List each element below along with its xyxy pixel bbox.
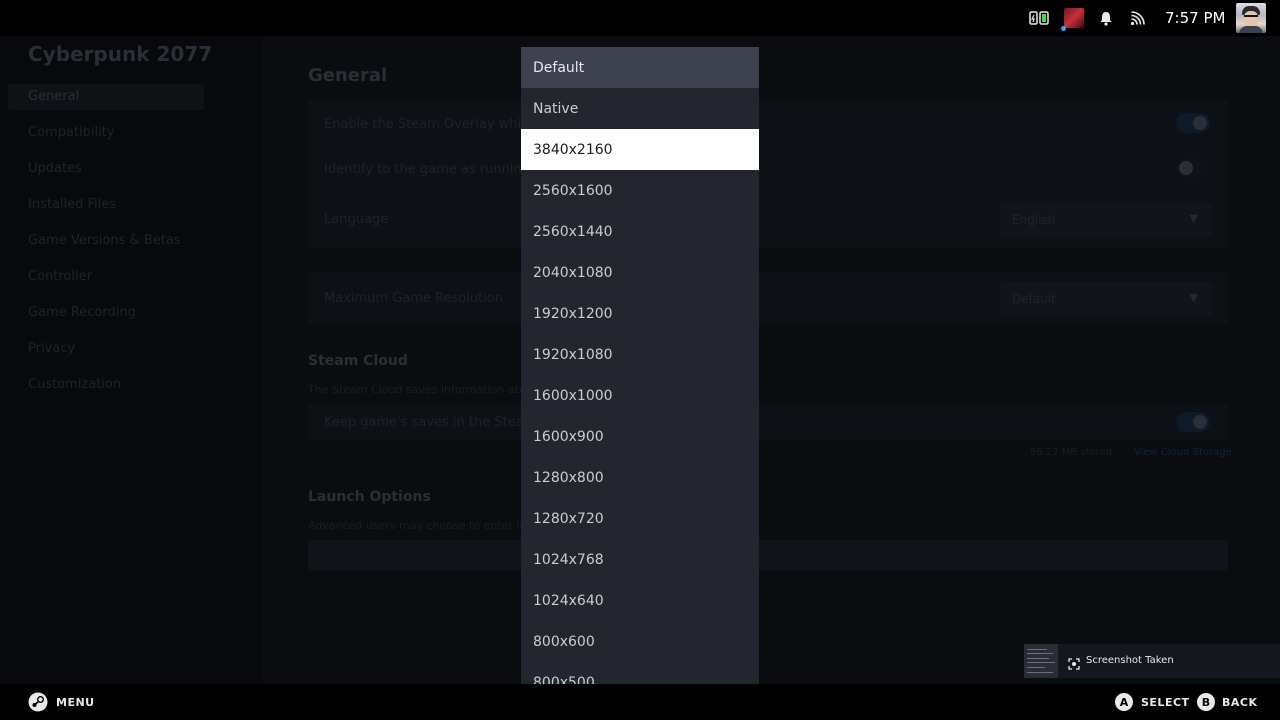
- now-playing-game-icon[interactable]: [1061, 0, 1084, 36]
- section-title-general: General: [308, 65, 388, 86]
- identify-toggle[interactable]: [1176, 158, 1210, 178]
- sidebar-item-game-versions[interactable]: Game Versions & Betas: [28, 233, 181, 248]
- resolution-dropdown-list[interactable]: Default Native 3840x2160 2560x1600 2560x1440…: [521, 47, 759, 684]
- dropdown-option-1024x768[interactable]: 1024x768: [521, 539, 759, 580]
- view-cloud-storage-link[interactable]: View Cloud Storage: [1134, 447, 1232, 458]
- dropdown-option-2560x1600[interactable]: 2560x1600: [521, 170, 759, 211]
- dropdown-option-1280x720[interactable]: 1280x720: [521, 498, 759, 539]
- cloud-storage-status: 56.22 MB stored: [1030, 447, 1113, 458]
- dropdown-option-native[interactable]: Native: [521, 88, 759, 129]
- cloud-keep-toggle[interactable]: [1176, 412, 1210, 432]
- chevron-down-icon: ▼: [1189, 291, 1198, 304]
- dropdown-option-800x600[interactable]: 800x600: [521, 621, 759, 662]
- max-resolution-label: Maximum Game Resolution: [324, 291, 503, 306]
- language-setting-label: Language: [324, 212, 389, 227]
- screenshot-toast-label: Screenshot Taken: [1086, 655, 1174, 666]
- user-avatar[interactable]: [1236, 0, 1266, 36]
- max-resolution-select[interactable]: Default ▼: [1000, 282, 1212, 316]
- notification-bell-icon[interactable]: [1099, 0, 1113, 36]
- sidebar-item-customization[interactable]: Customization: [28, 377, 121, 392]
- language-select-value: English: [1012, 213, 1056, 227]
- max-resolution-select-value: Default: [1012, 292, 1056, 306]
- dropdown-option-default[interactable]: Default: [521, 47, 759, 88]
- chevron-down-icon: ▼: [1189, 212, 1198, 225]
- dropdown-option-800x500[interactable]: 800x500: [521, 662, 759, 685]
- battery-icon: [1029, 0, 1049, 36]
- dropdown-option-1280x800[interactable]: 1280x800: [521, 457, 759, 498]
- language-select[interactable]: English ▼: [1000, 203, 1212, 237]
- back-label: BACK: [1222, 696, 1258, 709]
- dropdown-option-1024x640[interactable]: 1024x640: [521, 580, 759, 621]
- select-label: SELECT: [1141, 696, 1190, 709]
- section-title-steam-cloud: Steam Cloud: [308, 353, 408, 369]
- screenshot-toast[interactable]: Screenshot Taken: [1024, 644, 1280, 678]
- dropdown-option-1600x900[interactable]: 1600x900: [521, 416, 759, 457]
- dropdown-option-1920x1080[interactable]: 1920x1080: [521, 334, 759, 375]
- dropdown-option-1600x1000[interactable]: 1600x1000: [521, 375, 759, 416]
- dropdown-option-2040x1080[interactable]: 2040x1080: [521, 252, 759, 293]
- a-button-icon: A: [1115, 693, 1133, 711]
- section-title-launch-options: Launch Options: [308, 489, 431, 505]
- identify-setting-label: Identify to the game as running: [324, 162, 530, 177]
- b-button-icon: B: [1197, 693, 1215, 711]
- bottom-controls-bar: MENU A SELECT B BACK: [0, 684, 1280, 720]
- sidebar-item-compatibility[interactable]: Compatibility: [28, 125, 115, 140]
- sidebar-item-general[interactable]: General: [28, 89, 79, 104]
- sidebar-item-game-recording[interactable]: Game Recording: [28, 305, 136, 320]
- menu-label: MENU: [56, 696, 95, 709]
- game-title: Cyberpunk 2077: [28, 42, 213, 66]
- sidebar-item-updates[interactable]: Updates: [28, 161, 82, 176]
- launch-options-input[interactable]: [308, 540, 1228, 570]
- dropdown-option-3840x2160[interactable]: 3840x2160: [521, 129, 759, 170]
- sidebar-item-installed-files[interactable]: Installed Files: [28, 197, 116, 212]
- steam-logo-icon[interactable]: [28, 692, 48, 716]
- sidebar-item-controller[interactable]: Controller: [28, 269, 92, 284]
- wifi-icon: [1130, 0, 1145, 36]
- dropdown-option-1920x1200[interactable]: 1920x1200: [521, 293, 759, 334]
- clock: 7:57 PM: [1165, 9, 1226, 27]
- overlay-toggle[interactable]: [1176, 113, 1210, 133]
- screenshot-icon: [1068, 655, 1080, 674]
- screenshot-thumbnail: [1024, 644, 1058, 678]
- dropdown-option-2560x1440[interactable]: 2560x1440: [521, 211, 759, 252]
- status-bar: 7:57 PM: [0, 0, 1280, 36]
- sidebar-item-privacy[interactable]: Privacy: [28, 341, 75, 356]
